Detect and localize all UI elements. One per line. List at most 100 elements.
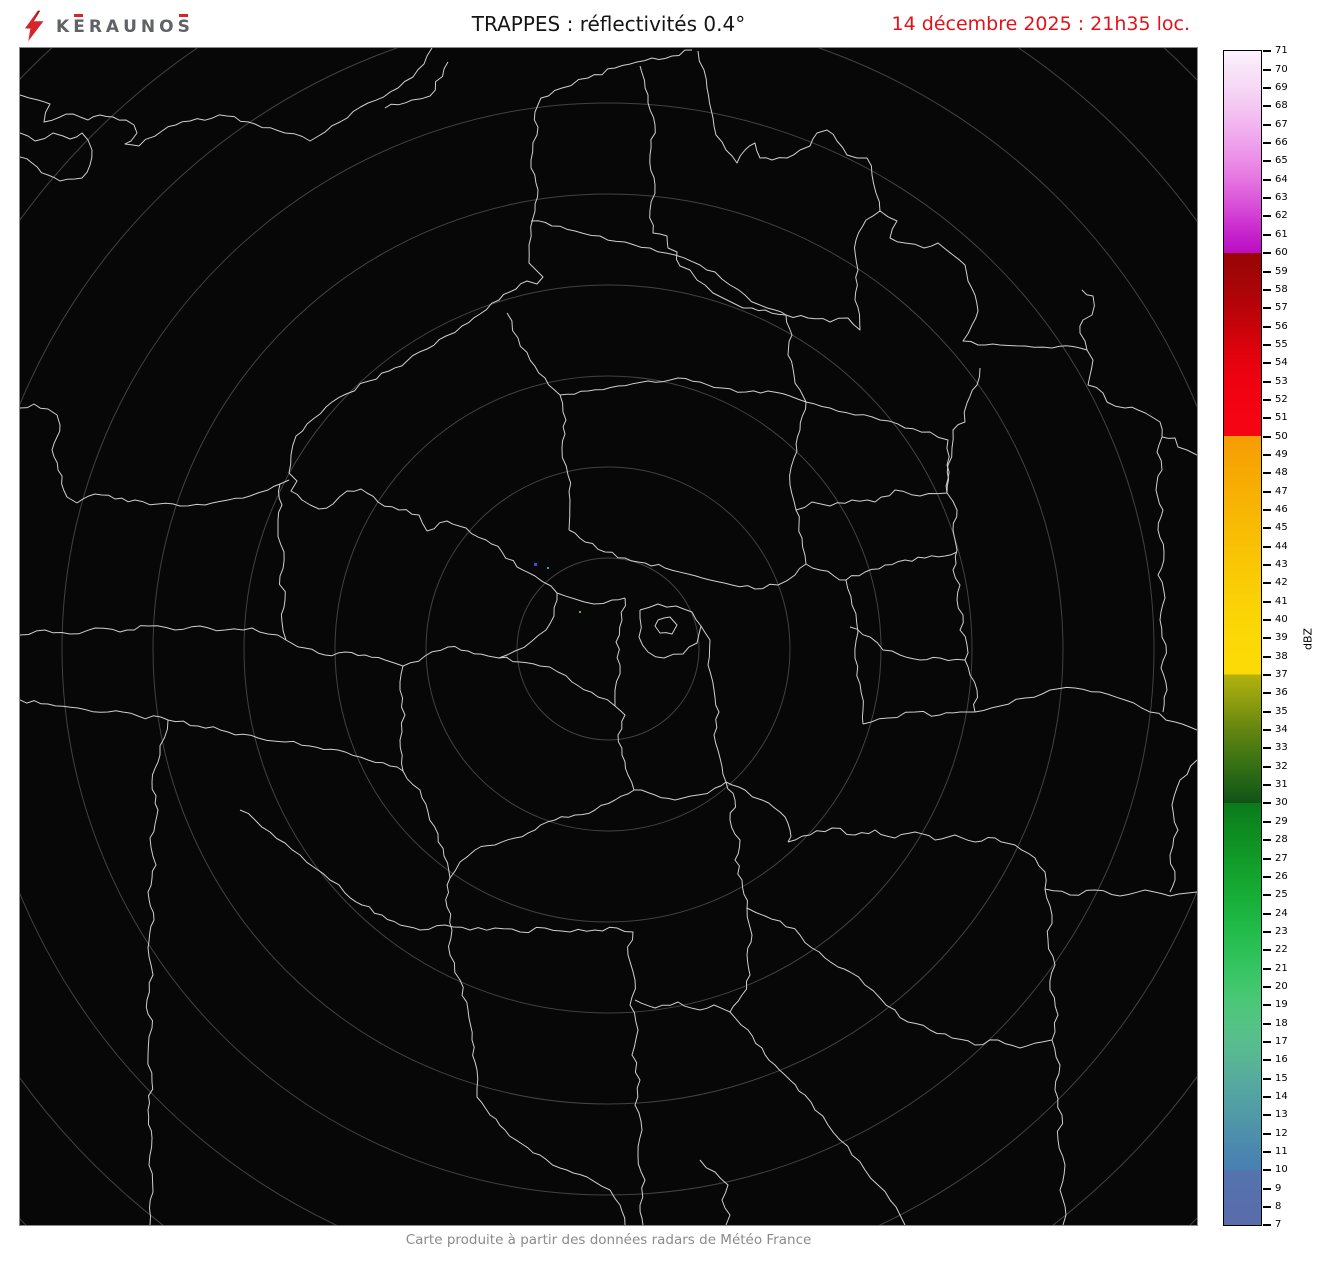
colorbar-tick [1263,968,1271,970]
colorbar-tick [1263,417,1271,419]
colorbar-tick-label: 34 [1275,724,1288,736]
colorbar-tick-label: 71 [1275,45,1288,57]
colorbar-tick [1263,124,1271,126]
colorbar-tick [1263,802,1271,804]
colorbar-tick-label: 29 [1275,816,1288,828]
colorbar-tick-label: 65 [1275,155,1288,167]
colorbar-tick [1263,344,1271,346]
colorbar-tick-label: 57 [1275,302,1288,314]
colorbar-tick [1263,381,1271,383]
colorbar-tick-label: 16 [1275,1054,1288,1066]
colorbar-tick-label: 26 [1275,871,1288,883]
colorbar-tick [1263,50,1271,52]
colorbar-tick [1263,69,1271,71]
colorbar-tick [1263,1096,1271,1098]
colorbar-tick-label: 38 [1275,651,1288,663]
colorbar-tick-label: 66 [1275,137,1288,149]
colorbar-tick-label: 9 [1275,1183,1281,1195]
colorbar-tick [1263,472,1271,474]
colorbar-tick-label: 21 [1275,963,1288,975]
colorbar-tick [1263,1188,1271,1190]
header: KERAUNOS TRAPPES : réflectivités 0.4° 14… [0,0,1327,48]
colorbar-tick-label: 50 [1275,431,1288,443]
colorbar-tick [1263,527,1271,529]
colorbar-unit-label: dBZ [1302,628,1315,650]
colorbar-tick [1263,307,1271,309]
radar-echo [547,567,549,569]
radar-echo [579,611,581,613]
colorbar-tick-label: 64 [1275,174,1288,186]
colorbar-tick [1263,564,1271,566]
colorbar-tick [1263,491,1271,493]
colorbar-tick [1263,729,1271,731]
colorbar-tick [1263,913,1271,915]
colorbar-tick-label: 56 [1275,321,1288,333]
colorbar: dBZ 717069686766656463626160595857565554… [1223,50,1327,1228]
colorbar-tick-label: 53 [1275,376,1288,388]
colorbar-tick [1263,656,1271,658]
colorbar-tick-label: 37 [1275,669,1288,681]
colorbar-tick-label: 67 [1275,119,1288,131]
colorbar-tick [1263,1206,1271,1208]
colorbar-tick [1263,1041,1271,1043]
colorbar-tick [1263,894,1271,896]
colorbar-tick-label: 33 [1275,742,1288,754]
colorbar-tick [1263,362,1271,364]
colorbar-tick-label: 18 [1275,1018,1288,1030]
colorbar-tick [1263,986,1271,988]
radar-echo [534,563,537,566]
colorbar-tick [1263,1059,1271,1061]
datetime-label: 14 décembre 2025 : 21h35 loc. [892,0,1190,48]
colorbar-tick-label: 7 [1275,1219,1281,1231]
colorbar-tick-label: 22 [1275,944,1288,956]
colorbar-tick [1263,582,1271,584]
colorbar-tick-label: 17 [1275,1036,1288,1048]
colorbar-tick [1263,1133,1271,1135]
colorbar-tick [1263,1023,1271,1025]
colorbar-tick-label: 10 [1275,1164,1288,1176]
colorbar-tick [1263,1004,1271,1006]
colorbar-tick-label: 55 [1275,339,1288,351]
colorbar-tick-label: 54 [1275,357,1288,369]
colorbar-tick [1263,197,1271,199]
colorbar-tick-label: 40 [1275,614,1288,626]
colorbar-tick [1263,509,1271,511]
colorbar-tick-label: 36 [1275,687,1288,699]
colorbar-tick-label: 63 [1275,192,1288,204]
colorbar-tick [1263,289,1271,291]
colorbar-tick-label: 28 [1275,834,1288,846]
colorbar-tick [1263,601,1271,603]
colorbar-tick-label: 68 [1275,100,1288,112]
colorbar-tick [1263,858,1271,860]
colorbar-tick [1263,105,1271,107]
colorbar-tick-label: 14 [1275,1091,1288,1103]
colorbar-tick-label: 52 [1275,394,1288,406]
colorbar-tick-label: 8 [1275,1201,1281,1213]
colorbar-tick-label: 39 [1275,632,1288,644]
colorbar-tick-label: 41 [1275,596,1288,608]
colorbar-tick-label: 23 [1275,926,1288,938]
colorbar-tick [1263,234,1271,236]
colorbar-tick [1263,271,1271,273]
colorbar-tick [1263,619,1271,621]
colorbar-tick-label: 62 [1275,210,1288,222]
map-background [20,48,1197,1225]
colorbar-tick-label: 69 [1275,82,1288,94]
colorbar-tick [1263,766,1271,768]
colorbar-tick-label: 25 [1275,889,1288,901]
colorbar-tick-label: 15 [1275,1073,1288,1085]
colorbar-tick [1263,160,1271,162]
colorbar-tick [1263,436,1271,438]
colorbar-tick-label: 19 [1275,999,1288,1011]
colorbar-tick-label: 58 [1275,284,1288,296]
colorbar-tick-label: 60 [1275,247,1288,259]
colorbar-tick [1263,931,1271,933]
colorbar-tick [1263,876,1271,878]
credit-text: Carte produite à partir des données rada… [20,1232,1197,1248]
colorbar-tick-label: 35 [1275,706,1288,718]
colorbar-tick-label: 30 [1275,797,1288,809]
colorbar-tick [1263,1151,1271,1153]
colorbar-tick-label: 32 [1275,761,1288,773]
colorbar-tick [1263,326,1271,328]
colorbar-tick [1263,821,1271,823]
